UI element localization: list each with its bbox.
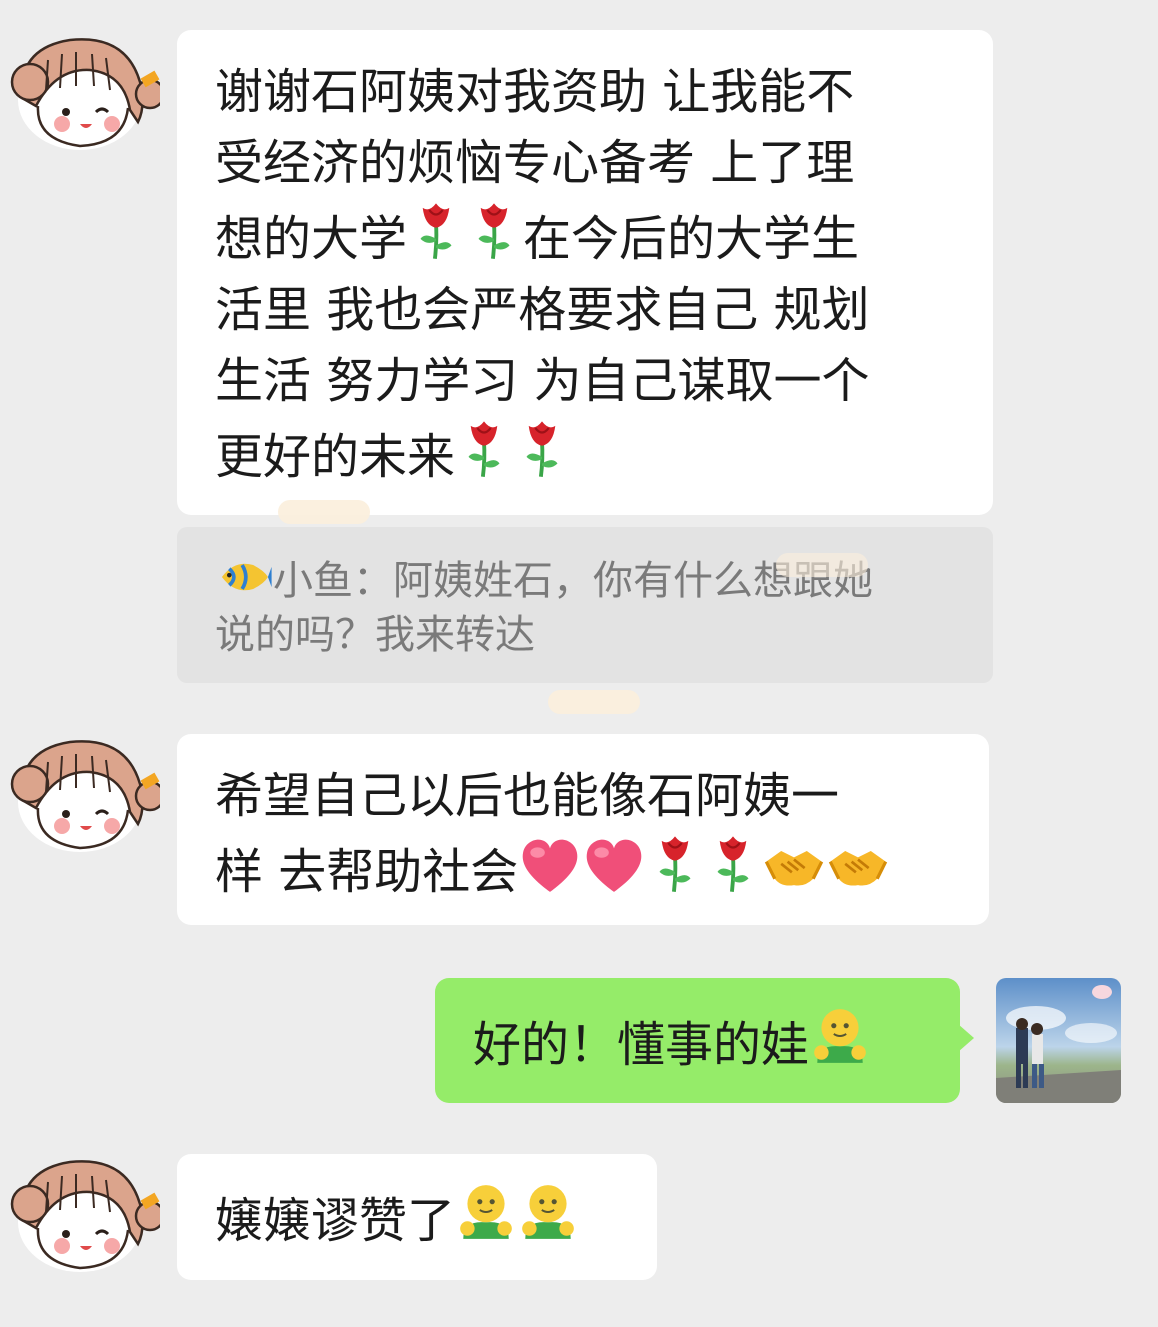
cartoon-girl-avatar-icon [0, 1142, 160, 1282]
tropical-fish-emoji-icon [215, 554, 273, 600]
message-bubble[interactable]: 希望自己以后也能像石阿姨一 样 去帮助社会 [177, 734, 989, 925]
rose-emoji-icon [455, 417, 513, 479]
contact-avatar[interactable] [0, 1142, 160, 1282]
rose-emoji-icon [465, 199, 523, 261]
quote-line: 说的吗？我来转达 [215, 612, 535, 658]
cartoon-girl-avatar-icon [0, 722, 160, 862]
self-avatar[interactable] [996, 978, 1121, 1103]
quoted-message[interactable]: 小鱼：阿姨姓石，你有什么想跟她 说的吗？我来转达 [177, 527, 993, 683]
handshake-emoji-icon [826, 840, 890, 894]
message-line: 谢谢石阿姨对我资助 让我能不 [215, 64, 855, 120]
rose-emoji-icon [704, 832, 762, 894]
message-line: 希望自己以后也能像石阿姨一 [215, 768, 840, 824]
rose-emoji-icon [407, 199, 465, 261]
message-line: 样 去帮助社会 [215, 832, 959, 908]
message-line: 想的大学 在今后的大学生 [215, 199, 963, 275]
message-line: 更好的未来 [215, 417, 963, 493]
highlight-mark [278, 500, 370, 524]
highlight-mark [776, 553, 868, 577]
message-bubble[interactable]: 谢谢石阿姨对我资助 让我能不 受经济的烦恼专心备考 上了理 想的大学 在今后的大学… [177, 30, 993, 515]
heart-emoji-icon [582, 836, 646, 894]
handshake-emoji-icon [762, 840, 826, 894]
contact-avatar[interactable] [0, 722, 160, 862]
quote-sender: 小鱼： [273, 558, 393, 604]
hugging-face-emoji-icon [517, 1181, 579, 1243]
message-line: 嬢嬢谬赞了 [215, 1181, 637, 1257]
hugging-face-emoji-icon [455, 1181, 517, 1243]
self-message-bubble[interactable]: 好的！懂事的娃 [435, 978, 960, 1103]
bubble-tail [958, 1024, 974, 1052]
rose-emoji-icon [646, 832, 704, 894]
rose-emoji-icon [513, 417, 571, 479]
message-bubble[interactable]: 嬢嬢谬赞了 [177, 1154, 657, 1280]
hugging-face-emoji-icon [809, 1005, 871, 1067]
highlight-mark [548, 690, 640, 714]
message-line: 好的！懂事的娃 [473, 1005, 940, 1081]
cartoon-girl-avatar-icon [0, 20, 160, 160]
contact-avatar[interactable] [0, 20, 160, 160]
message-line: 受经济的烦恼专心备考 上了理 [215, 135, 855, 191]
message-line: 生活 努力学习 为自己谋取一个 [215, 353, 870, 409]
message-line: 活里 我也会严格要求自己 规划 [215, 282, 870, 338]
heart-emoji-icon [518, 836, 582, 894]
couple-photo-avatar-icon [996, 978, 1121, 1103]
